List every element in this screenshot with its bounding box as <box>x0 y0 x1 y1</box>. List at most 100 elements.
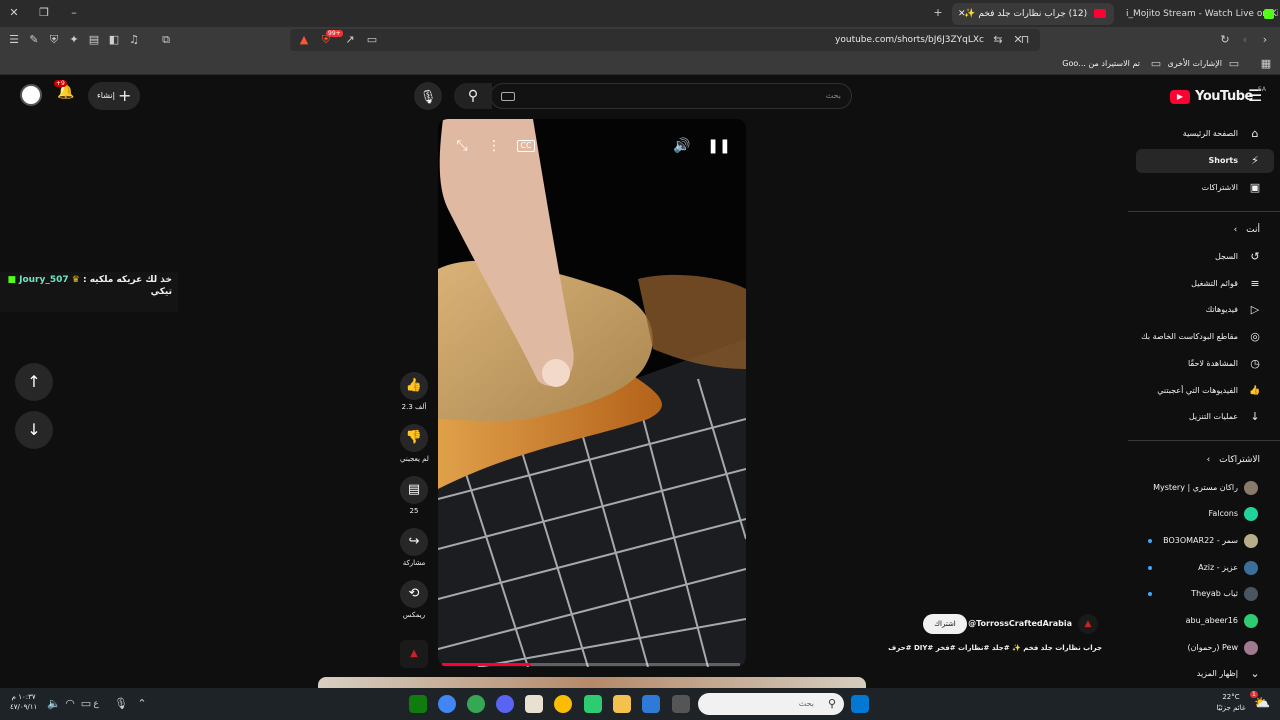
pen-app-icon[interactable] <box>525 695 543 713</box>
captions-button[interactable]: CC <box>514 134 538 158</box>
tune-icon[interactable]: ⇆ <box>990 32 1006 48</box>
volume-icon[interactable]: 🔈 <box>46 696 62 712</box>
xbox-icon[interactable] <box>409 695 427 713</box>
apps-grid-icon[interactable]: ▦ <box>1258 56 1274 72</box>
subscription-item[interactable]: عزيز - Aziz <box>1136 556 1274 580</box>
sidebar-item-subscriptions[interactable]: ▣ الاشتراكات <box>1136 176 1274 200</box>
progress-fill <box>442 663 532 666</box>
pause-button[interactable]: ❚❚ <box>707 134 731 158</box>
show-more-button[interactable]: ⌄ إظهار المزيد <box>1136 662 1274 686</box>
next-short-button[interactable]: ↓ <box>15 411 53 449</box>
discord-icon[interactable] <box>496 695 514 713</box>
youtube-logo[interactable]: ▶ YouTube SA <box>1170 86 1266 105</box>
shorts-player[interactable]: ⤡ ⋮ CC 🔊 ❚❚ <box>438 119 746 667</box>
sidebar-item-podcasts[interactable]: ◎ مقاطع البودكاست الخاصة بك <box>1136 325 1274 349</box>
wifi-icon[interactable]: ◠ <box>62 696 78 712</box>
sidebar-item-your-videos[interactable]: ▷ فيديوهاتك <box>1136 298 1274 322</box>
subscription-item[interactable]: Pew (رحموان) <box>1136 636 1274 660</box>
language-indicator[interactable]: ع <box>88 696 104 712</box>
subscription-item[interactable]: Falcons <box>1136 502 1274 526</box>
sidebar-item-liked[interactable]: 👍 الفيديوهات التي أعجبتني <box>1136 379 1274 403</box>
sidebar-item-playlists[interactable]: ≡ قوائم التشغيل <box>1136 272 1274 296</box>
channel-avatar[interactable]: ▲ <box>1078 614 1098 634</box>
subscriptions-section-header[interactable]: الاشتراكات › <box>1207 455 1260 465</box>
tab-kick[interactable]: i_Mojito Stream - Watch Live on Kick <box>1118 3 1278 25</box>
maximize-icon[interactable]: ❐ <box>36 5 52 21</box>
bookmark-other[interactable]: الإشارات الأخرى <box>1168 53 1223 75</box>
microphone-icon[interactable]: 🎙 <box>113 696 129 712</box>
subscription-item[interactable]: abu_abeer16 <box>1136 609 1274 633</box>
cast-icon[interactable]: ▭ <box>364 32 380 48</box>
bookmark-icon[interactable]: ⊓ <box>1017 32 1033 48</box>
close-tab-icon[interactable]: ✕ <box>958 3 966 25</box>
shield-icon[interactable]: ⛨ <box>46 32 62 48</box>
comments-button[interactable]: ▤ <box>400 476 428 504</box>
arrow-up-icon: ↑ <box>27 372 41 391</box>
dislike-button[interactable]: 👎 <box>400 424 428 452</box>
mute-button[interactable]: 🔊 <box>670 134 694 158</box>
avatar[interactable] <box>20 84 42 106</box>
subscription-item[interactable]: سمر - BO3OMAR22 <box>1136 529 1274 553</box>
task-view-icon[interactable] <box>672 695 690 713</box>
forward-icon[interactable]: ‹ <box>1237 32 1253 48</box>
menu-icon[interactable]: ☰ <box>6 32 22 48</box>
minimize-icon[interactable]: – <box>66 5 82 21</box>
file-explorer-icon[interactable] <box>613 695 631 713</box>
subscription-item[interactable]: ثياب Theyab <box>1136 582 1274 606</box>
previous-short-button[interactable]: ↑ <box>15 363 53 401</box>
fullscreen-button[interactable]: ⤡ <box>450 134 474 158</box>
sidebar-item-home[interactable]: ⌂ الصفحة الرئيسية <box>1136 122 1274 146</box>
search-button[interactable]: ⚲ <box>454 83 492 109</box>
sidebar-item-shorts[interactable]: ⚡ Shorts <box>1136 149 1274 173</box>
channel-name[interactable]: @TorrossCraftedArabia <box>960 614 1072 634</box>
close-window-icon[interactable]: ✕ <box>6 5 22 21</box>
subscribe-button[interactable]: اشتراك <box>923 614 967 634</box>
search-input[interactable]: بحث <box>490 83 852 109</box>
voice-search-button[interactable]: 🎙 <box>414 82 442 110</box>
subscriptions-icon: ▣ <box>1249 181 1261 194</box>
notifications-button[interactable]: 🔔 +9 <box>54 80 76 104</box>
puzzle-icon[interactable]: ✦ <box>66 32 82 48</box>
like-button[interactable]: 👍 <box>400 372 428 400</box>
subscription-item[interactable]: راكان مستري | Mystery <box>1136 476 1274 500</box>
clock[interactable]: ١٠:٣٧ م ٤٧/٠٩/١١ <box>10 692 37 712</box>
more-options-button[interactable]: ⋮ <box>482 134 506 158</box>
bookmark-imported[interactable]: تم الاستيراد من ...Goo <box>1062 53 1140 75</box>
share-button[interactable]: ↪ <box>400 528 428 556</box>
taskbar-search-input[interactable]: بحث ⚲ <box>698 693 844 715</box>
progress-bar[interactable] <box>442 663 740 666</box>
you-section-header[interactable]: أنت › <box>1234 225 1260 235</box>
address-bar[interactable]: ▲ ⛨ 99+ ↗ ▭ youtube.com/shorts/bJ6J3ZYqL… <box>290 29 1040 51</box>
chrome-icon[interactable] <box>438 695 456 713</box>
pen-icon[interactable]: ✎ <box>26 32 42 48</box>
chrome-icon[interactable] <box>467 695 485 713</box>
app-icon[interactable] <box>584 695 602 713</box>
sidebar-item-downloads[interactable]: ↓ عمليات التنزيل <box>1136 405 1274 429</box>
store-icon[interactable] <box>642 695 660 713</box>
sidebar-icon[interactable]: ◧ <box>106 32 122 48</box>
new-tab-button[interactable]: + <box>930 5 946 21</box>
windows-start-icon[interactable] <box>851 695 869 713</box>
next-short-preview[interactable] <box>318 677 866 688</box>
chrome-icon[interactable] <box>554 695 572 713</box>
screenshot-icon[interactable]: ⧉ <box>158 32 174 48</box>
remix-action: ⟲ ريمكس <box>400 580 428 619</box>
url-text[interactable]: youtube.com/shorts/bJ6J3ZYqLXc <box>835 29 984 51</box>
reload-icon[interactable]: ↻ <box>1217 32 1233 48</box>
sidebar-item-history[interactable]: ↺ السجل <box>1136 245 1274 269</box>
weather-widget[interactable]: 22°C غائم جزئيًا <box>1208 692 1254 714</box>
share-icon[interactable]: ↗ <box>342 32 358 48</box>
new-content-dot <box>1148 566 1152 570</box>
sidebar-item-watch-later[interactable]: ◷ المشاهدة لاحقًا <box>1136 352 1274 376</box>
chevron-up-icon[interactable]: ⌃ <box>134 696 150 712</box>
create-button[interactable]: + إنشاء <box>88 82 140 110</box>
sound-thumbnail[interactable]: ▲ <box>400 640 428 668</box>
dislike-label: لم يعجبني <box>400 455 429 463</box>
music-icon[interactable]: ♫ <box>126 32 142 48</box>
reader-icon[interactable]: ▤ <box>86 32 102 48</box>
back-icon[interactable]: › <box>1257 32 1273 48</box>
channel-avatar <box>1244 481 1258 495</box>
keyboard-icon[interactable] <box>501 92 515 101</box>
remix-button[interactable]: ⟲ <box>400 580 428 608</box>
tab-active[interactable]: (12) جراب نظارات جلد فخم ✨ ✕ <box>952 3 1114 25</box>
